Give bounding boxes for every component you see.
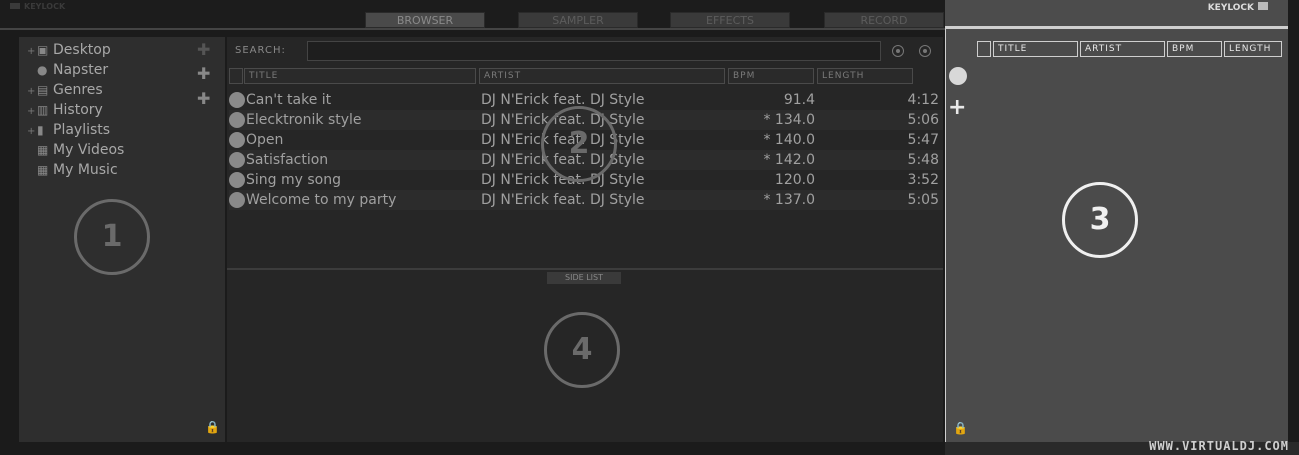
tab-record[interactable]: RECORD (824, 12, 944, 28)
search-input[interactable] (307, 41, 881, 61)
expand-icon[interactable]: + (27, 126, 37, 137)
keylock-right[interactable]: KEYLOCK (1208, 2, 1268, 13)
side-list-panel: KEYLOCK TITLE ARTIST BPM LENGTH + 3 🔒 (945, 0, 1288, 442)
tab-underline (0, 28, 945, 30)
tree-item-desktop[interactable]: + ▣ Desktop (27, 42, 111, 62)
genres-icon: ▤ (37, 83, 49, 97)
column-bpm[interactable]: BPM (728, 68, 814, 84)
folder-tree-panel: + ▣ Desktop ● Napster + ▤ Genres + ▥ History + ▮… (19, 37, 225, 442)
history-icon: ▥ (37, 103, 49, 117)
tree-item-history[interactable]: + ▥ History (27, 102, 103, 122)
window-edge (1288, 0, 1299, 455)
column-artist[interactable]: ARTIST (479, 68, 725, 84)
callout-1: 1 (74, 199, 150, 275)
search-clear-icon[interactable] (919, 45, 931, 57)
folder-music-icon: ▦ (37, 163, 49, 177)
add-filter-icon[interactable]: ✚ (197, 64, 210, 83)
tree-item-my-videos[interactable]: ▦ My Videos (27, 142, 124, 162)
tab-bar: BROWSER SAMPLER EFFECTS RECORD (0, 12, 945, 28)
select-all-checkbox[interactable] (229, 68, 243, 84)
side-column-title[interactable]: TITLE (993, 41, 1078, 57)
table-row[interactable]: Welcome to my party DJ N'Erick feat. DJ … (229, 190, 943, 210)
tree-item-my-music[interactable]: ▦ My Music (27, 162, 118, 182)
side-column-artist[interactable]: ARTIST (1080, 41, 1165, 57)
side-column-bpm[interactable]: BPM (1167, 41, 1222, 57)
callout-2: 2 (541, 106, 617, 182)
track-icon (229, 152, 245, 168)
side-track-icon[interactable] (949, 67, 967, 85)
website-url: WWW.VIRTUALDJ.COM (1149, 439, 1289, 453)
panel-splitter[interactable] (227, 268, 943, 270)
lock-icon[interactable]: 🔒 (205, 420, 220, 434)
expand-icon[interactable]: + (27, 106, 37, 117)
napster-icon: ● (37, 63, 48, 77)
add-to-side-list-icon[interactable]: + (948, 95, 966, 120)
desktop-icon: ▣ (37, 43, 49, 57)
tree-item-napster[interactable]: ● Napster (27, 62, 108, 82)
track-icon (229, 132, 245, 148)
tree-item-playlists[interactable]: + ▮ Playlists (27, 122, 110, 142)
tab-effects[interactable]: EFFECTS (670, 12, 790, 28)
tab-sampler[interactable]: SAMPLER (518, 12, 638, 28)
callout-3: 3 (1062, 182, 1138, 258)
side-lock-icon[interactable]: 🔒 (953, 421, 968, 435)
footer-band: WWW.VIRTUALDJ.COM (945, 439, 1299, 455)
add-folder-icon[interactable]: ✚ (197, 40, 210, 59)
side-select-checkbox[interactable] (977, 41, 991, 57)
file-browser: SEARCH: TITLE ARTIST BPM LENGTH Can't ta… (227, 37, 943, 442)
side-column-length[interactable]: LENGTH (1224, 41, 1282, 57)
track-icon (229, 92, 245, 108)
playlist-icon: ▮ (37, 123, 44, 137)
column-title[interactable]: TITLE (244, 68, 476, 84)
track-icon (229, 112, 245, 128)
search-label: SEARCH: (235, 45, 286, 56)
expand-icon[interactable]: + (27, 86, 37, 97)
tab-browser[interactable]: BROWSER (365, 12, 485, 28)
column-length[interactable]: LENGTH (817, 68, 913, 84)
folder-videos-icon: ▦ (37, 143, 49, 157)
side-list-button[interactable]: SIDE LIST (547, 272, 621, 284)
expand-icon[interactable]: + (27, 46, 37, 57)
callout-4: 4 (544, 312, 620, 388)
search-option-icon[interactable] (892, 45, 904, 57)
track-icon (229, 172, 245, 188)
keylock-left[interactable]: KEYLOCK (10, 2, 65, 11)
tree-item-genres[interactable]: + ▤ Genres (27, 82, 103, 102)
add-playlist-icon[interactable]: ✚ (197, 89, 210, 108)
top-bar: KEYLOCK BROWSER SAMPLER EFFECTS RECORD (0, 0, 945, 30)
track-icon (229, 192, 245, 208)
